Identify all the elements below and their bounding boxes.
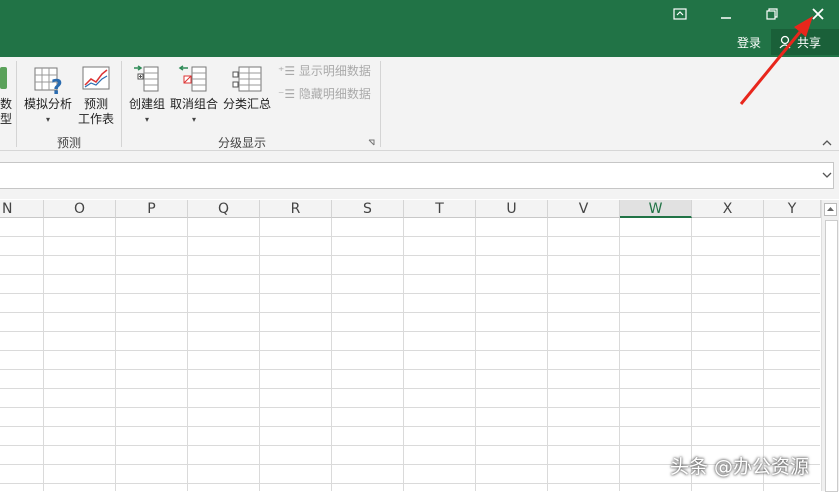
watermark-text: 头条 @办公资源	[670, 456, 810, 478]
red-arrow-annotation	[739, 16, 813, 105]
